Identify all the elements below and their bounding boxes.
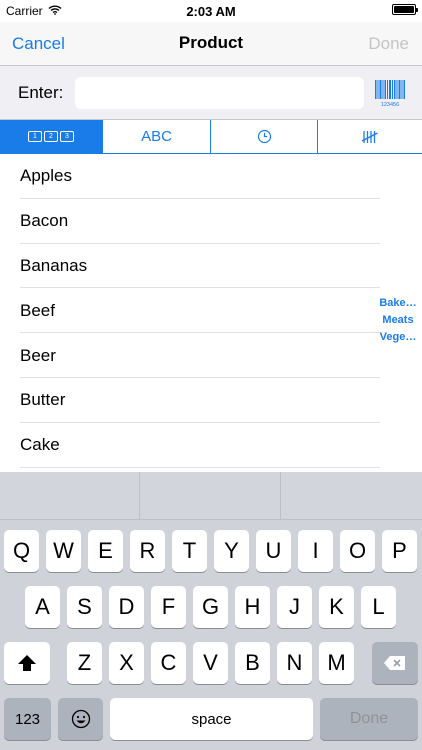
list-item[interactable]: Cake — [0, 423, 422, 468]
barcode-caption: 123456 — [381, 102, 399, 107]
list-item-label: Beer — [20, 345, 56, 365]
space-key[interactable]: space — [110, 698, 313, 740]
key-q[interactable]: Q — [4, 530, 39, 572]
shift-icon — [18, 655, 36, 671]
clock-icon — [257, 129, 271, 144]
section-index-meats[interactable]: Meats — [378, 312, 418, 329]
product-input[interactable] — [75, 77, 364, 109]
key-v[interactable]: V — [193, 642, 228, 684]
status-right — [392, 4, 418, 15]
list-item-label: Beef — [20, 300, 55, 320]
list-item-label: Cake — [20, 435, 60, 455]
key-c[interactable]: C — [151, 642, 186, 684]
key-r[interactable]: R — [130, 530, 165, 572]
key-a[interactable]: A — [25, 586, 60, 628]
prediction-cell[interactable] — [282, 472, 422, 520]
section-index-bakery[interactable]: Bake… — [378, 295, 418, 312]
list-item[interactable]: Apples — [0, 154, 422, 199]
key-h[interactable]: H — [235, 586, 270, 628]
entry-row: Enter: 123456 — [0, 66, 422, 120]
segment-numbers[interactable]: 1 2 3 — [0, 120, 103, 153]
battery-fill — [394, 6, 414, 13]
segment-abc[interactable]: ABC — [103, 120, 211, 153]
key-i[interactable]: I — [298, 530, 333, 572]
key-f[interactable]: F — [151, 586, 186, 628]
barcode-icon: 123456 — [375, 80, 405, 108]
keyboard: Q W E R T Y U I O P A S D F G H J K L Z … — [0, 472, 422, 750]
key-l[interactable]: L — [361, 586, 396, 628]
prediction-cell[interactable] — [141, 472, 281, 520]
list-item-label: Apples — [20, 166, 72, 186]
prediction-bar — [0, 472, 422, 520]
key-x[interactable]: X — [109, 642, 144, 684]
prediction-cell[interactable] — [0, 472, 140, 520]
section-index-vegetables[interactable]: Vege… — [378, 329, 418, 346]
key-p[interactable]: P — [382, 530, 417, 572]
product-list: Apples Bacon Bananas Beef Beer Butter Ca… — [0, 154, 422, 472]
list-item[interactable]: Bacon — [0, 199, 422, 244]
key-y[interactable]: Y — [214, 530, 249, 572]
number-boxes-icon: 1 2 3 — [28, 131, 74, 142]
key-w[interactable]: W — [46, 530, 81, 572]
key-t[interactable]: T — [172, 530, 207, 572]
shift-key[interactable] — [4, 642, 50, 684]
barcode-scan-button[interactable]: 123456 — [374, 79, 406, 108]
list-item-label: Bacon — [20, 211, 69, 231]
key-e[interactable]: E — [88, 530, 123, 572]
section-index: Bake… Meats Vege… — [378, 295, 418, 346]
backspace-icon — [384, 656, 405, 670]
keyboard-done-key[interactable]: Done — [320, 698, 418, 740]
key-d[interactable]: D — [109, 586, 144, 628]
key-j[interactable]: J — [277, 586, 312, 628]
list-item-label: Butter — [20, 390, 66, 410]
entry-label: Enter: — [18, 83, 64, 102]
status-bar: Carrier 2:03 AM — [0, 0, 422, 22]
list-item-label: Bananas — [20, 255, 88, 275]
page-title: Product — [178, 33, 244, 52]
key-s[interactable]: S — [67, 586, 102, 628]
key-z[interactable]: Z — [67, 642, 102, 684]
list-item[interactable]: Butter — [0, 378, 422, 423]
key-b[interactable]: B — [235, 642, 270, 684]
digit-box: 1 — [28, 131, 42, 142]
backspace-key[interactable] — [372, 642, 418, 684]
key-g[interactable]: G — [193, 586, 228, 628]
segment-abc-label: ABC — [141, 128, 172, 145]
list-item[interactable]: Beef — [0, 288, 422, 333]
emoji-icon — [71, 709, 90, 729]
numbers-key[interactable]: 123 — [4, 698, 51, 740]
emoji-key[interactable] — [58, 698, 103, 740]
status-time: 2:03 AM — [186, 4, 236, 19]
key-k[interactable]: K — [319, 586, 354, 628]
key-u[interactable]: U — [256, 530, 291, 572]
segment-recent[interactable] — [211, 120, 318, 153]
digit-box: 3 — [60, 131, 74, 142]
key-m[interactable]: M — [319, 642, 354, 684]
segment-tally[interactable] — [318, 120, 422, 153]
tally-icon — [361, 130, 378, 143]
key-o[interactable]: O — [340, 530, 375, 572]
list-item[interactable]: Beer — [0, 333, 422, 378]
done-button[interactable]: Done — [368, 34, 409, 54]
battery-icon — [392, 4, 418, 15]
digit-box: 2 — [44, 131, 58, 142]
list-item[interactable]: Bananas — [0, 244, 422, 289]
nav-bar: Cancel Product Done — [0, 22, 422, 66]
key-n[interactable]: N — [277, 642, 312, 684]
input-mode-segmented-control: 1 2 3 ABC — [0, 120, 422, 154]
